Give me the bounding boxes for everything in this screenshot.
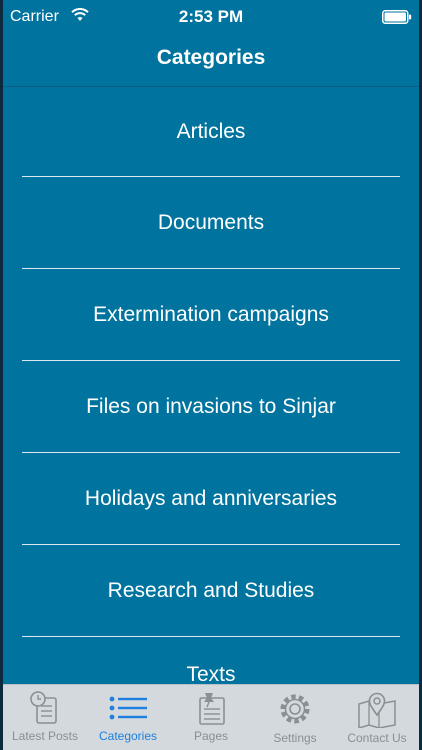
category-label: Texts	[186, 663, 236, 686]
tab-label: Contact Us	[347, 731, 407, 745]
category-item-documents[interactable]: Documents	[3, 177, 419, 269]
category-label: Research and Studies	[107, 579, 315, 602]
status-time: 2:53 PM	[178, 7, 244, 26]
tab-latest-posts[interactable]: Latest Posts	[3, 685, 87, 750]
page-title: Categories	[156, 46, 266, 69]
battery-icon	[382, 10, 412, 29]
pages-icon	[199, 693, 225, 725]
tab-settings[interactable]: Settings	[253, 685, 337, 750]
category-label: Documents	[157, 211, 265, 234]
navigation-bar: Categories	[3, 34, 419, 87]
tab-label: Settings	[273, 731, 317, 745]
app-screen: Carrier 2:53 PM Categories Articles Docu…	[3, 0, 419, 750]
map-pin-icon	[358, 692, 396, 728]
category-label: Extermination campaigns	[93, 303, 329, 326]
category-label: Articles	[176, 120, 246, 143]
category-list: Articles Documents Extermination campaig…	[3, 87, 419, 637]
category-item-files-on-invasions[interactable]: Files on invasions to Sinjar	[3, 361, 419, 453]
category-item-research[interactable]: Research and Studies	[3, 545, 419, 637]
tab-categories[interactable]: Categories	[86, 685, 170, 750]
status-bar: Carrier 2:53 PM	[3, 0, 419, 34]
tab-contact-us[interactable]: Contact Us	[335, 685, 419, 750]
category-item-extermination-campaigns[interactable]: Extermination campaigns	[3, 269, 419, 361]
tab-pages[interactable]: Pages	[169, 685, 253, 750]
category-item-holidays[interactable]: Holidays and anniversaries	[3, 453, 419, 545]
category-item-articles[interactable]: Articles	[3, 87, 419, 177]
category-label: Files on invasions to Sinjar	[86, 395, 336, 418]
tab-label: Pages	[193, 729, 229, 743]
latest-posts-icon	[30, 691, 57, 724]
list-icon	[109, 696, 147, 720]
gear-icon	[280, 694, 310, 724]
category-label: Holidays and anniversaries	[84, 487, 338, 510]
tab-label: Latest Posts	[11, 729, 79, 743]
tab-label: Categories	[98, 729, 158, 743]
tab-bar: Latest Posts Categories Pages Settings C…	[3, 684, 419, 750]
